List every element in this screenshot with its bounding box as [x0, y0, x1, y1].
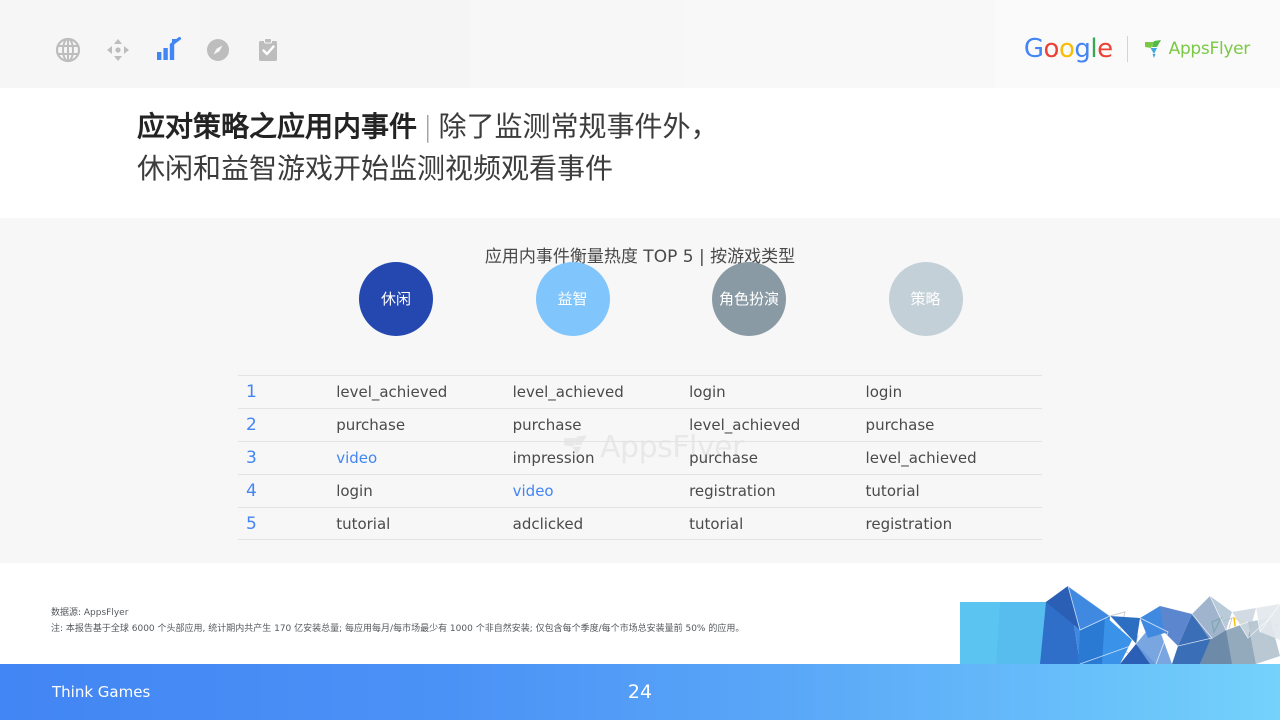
event-cell: purchase — [513, 416, 689, 434]
move-arrows-icon[interactable] — [102, 34, 134, 66]
title-separator: | — [417, 110, 438, 143]
title-rest: 除了监测常规事件外， — [438, 110, 718, 143]
logo-group: Google AppsFlyer — [1024, 36, 1250, 62]
event-cell: tutorial — [336, 515, 512, 533]
rank-cell: 1 — [238, 382, 336, 402]
circle-spacer — [238, 288, 336, 368]
event-cell-highlighted: video — [336, 449, 512, 467]
event-cell: registration — [689, 482, 865, 500]
rank-cell: 5 — [238, 514, 336, 534]
table-row: 5tutorialadclickedtutorialregistration — [238, 507, 1042, 540]
circle-cell-1: 益智 — [513, 288, 689, 368]
event-cell: registration — [866, 515, 1042, 533]
appsflyer-mark-icon — [1142, 37, 1166, 61]
low-poly-decoration — [960, 560, 1280, 664]
event-cell: level_achieved — [513, 383, 689, 401]
globe-icon[interactable] — [52, 34, 84, 66]
table-row: 1level_achievedlevel_achievedloginlogin — [238, 375, 1042, 408]
category-circle-row: 休闲 益智 角色扮演 策略 — [238, 288, 1042, 368]
title-strong: 应对策略之应用内事件 — [137, 110, 417, 143]
table-row: 4loginvideoregistrationtutorial — [238, 474, 1042, 507]
chart-title: 应用内事件衡量热度 TOP 5 | 按游戏类型 — [0, 242, 1280, 267]
event-cell: level_achieved — [336, 383, 512, 401]
google-logo-g1: G — [1024, 34, 1044, 64]
event-cell: login — [866, 383, 1042, 401]
band-3 — [470, 0, 685, 88]
slide-footer: Think Games 24 — [0, 664, 1280, 720]
category-circle-strategy[interactable]: 策略 — [889, 262, 963, 336]
band-4 — [685, 0, 995, 88]
category-circle-puzzle[interactable]: 益智 — [536, 262, 610, 336]
event-cell: tutorial — [689, 515, 865, 533]
event-cell: adclicked — [513, 515, 689, 533]
top-bar: Google AppsFlyer — [0, 0, 1280, 88]
clipboard-check-icon[interactable] — [252, 34, 284, 66]
appsflyer-logo: AppsFlyer — [1142, 37, 1250, 61]
google-logo-o1: o — [1044, 34, 1059, 64]
event-cell: purchase — [689, 449, 865, 467]
slide: Google AppsFlyer 应对策略之应用内事件|除了监测常规事件外， 休… — [0, 0, 1280, 720]
content-panel: 应用内事件衡量热度 TOP 5 | 按游戏类型 休闲 益智 角色扮演 策略 — [0, 218, 1280, 563]
event-cell: purchase — [866, 416, 1042, 434]
event-cell: level_achieved — [866, 449, 1042, 467]
event-cell-highlighted: video — [513, 482, 689, 500]
rank-cell: 3 — [238, 448, 336, 468]
circle-cell-2: 角色扮演 — [689, 288, 865, 368]
table-row: 3videoimpressionpurchaselevel_achieved — [238, 441, 1042, 474]
compass-icon[interactable] — [202, 34, 234, 66]
category-circle-rpg[interactable]: 角色扮演 — [712, 262, 786, 336]
methodology-note: 注: 本报告基于全球 6000 个头部应用, 统计期内共产生 170 亿安装总量… — [51, 621, 744, 637]
rank-cell: 4 — [238, 481, 336, 501]
title-line-2: 休闲和益智游戏开始监测视频观看事件 — [137, 148, 1137, 190]
appsflyer-logo-text: AppsFlyer — [1169, 39, 1250, 59]
bar-chart-icon[interactable] — [152, 34, 184, 66]
circle-cell-3: 策略 — [866, 288, 1042, 368]
google-logo-e: e — [1097, 34, 1113, 64]
rank-cell: 2 — [238, 415, 336, 435]
event-rank-table: 1level_achievedlevel_achievedloginlogin2… — [238, 375, 1042, 540]
page-number: 24 — [0, 681, 1280, 703]
google-logo-o2: o — [1059, 34, 1074, 64]
circle-cell-0: 休闲 — [336, 288, 512, 368]
table-row: 2purchasepurchaselevel_achievedpurchase — [238, 408, 1042, 441]
title-line-1: 应对策略之应用内事件|除了监测常规事件外， — [137, 106, 1137, 148]
page-title: 应对策略之应用内事件|除了监测常规事件外， 休闲和益智游戏开始监测视频观看事件 — [137, 106, 1137, 190]
event-cell: level_achieved — [689, 416, 865, 434]
event-cell: impression — [513, 449, 689, 467]
google-logo-g2: g — [1074, 34, 1090, 64]
data-source-note: 数据源: AppsFlyer — [51, 605, 744, 621]
logo-divider — [1127, 36, 1128, 62]
footnotes: 数据源: AppsFlyer 注: 本报告基于全球 6000 个头部应用, 统计… — [51, 605, 744, 637]
google-logo: Google — [1024, 36, 1113, 62]
event-cell: purchase — [336, 416, 512, 434]
event-cell: login — [689, 383, 865, 401]
event-cell: tutorial — [866, 482, 1042, 500]
nav-icon-group — [52, 34, 284, 66]
category-circle-casual[interactable]: 休闲 — [359, 262, 433, 336]
event-cell: login — [336, 482, 512, 500]
